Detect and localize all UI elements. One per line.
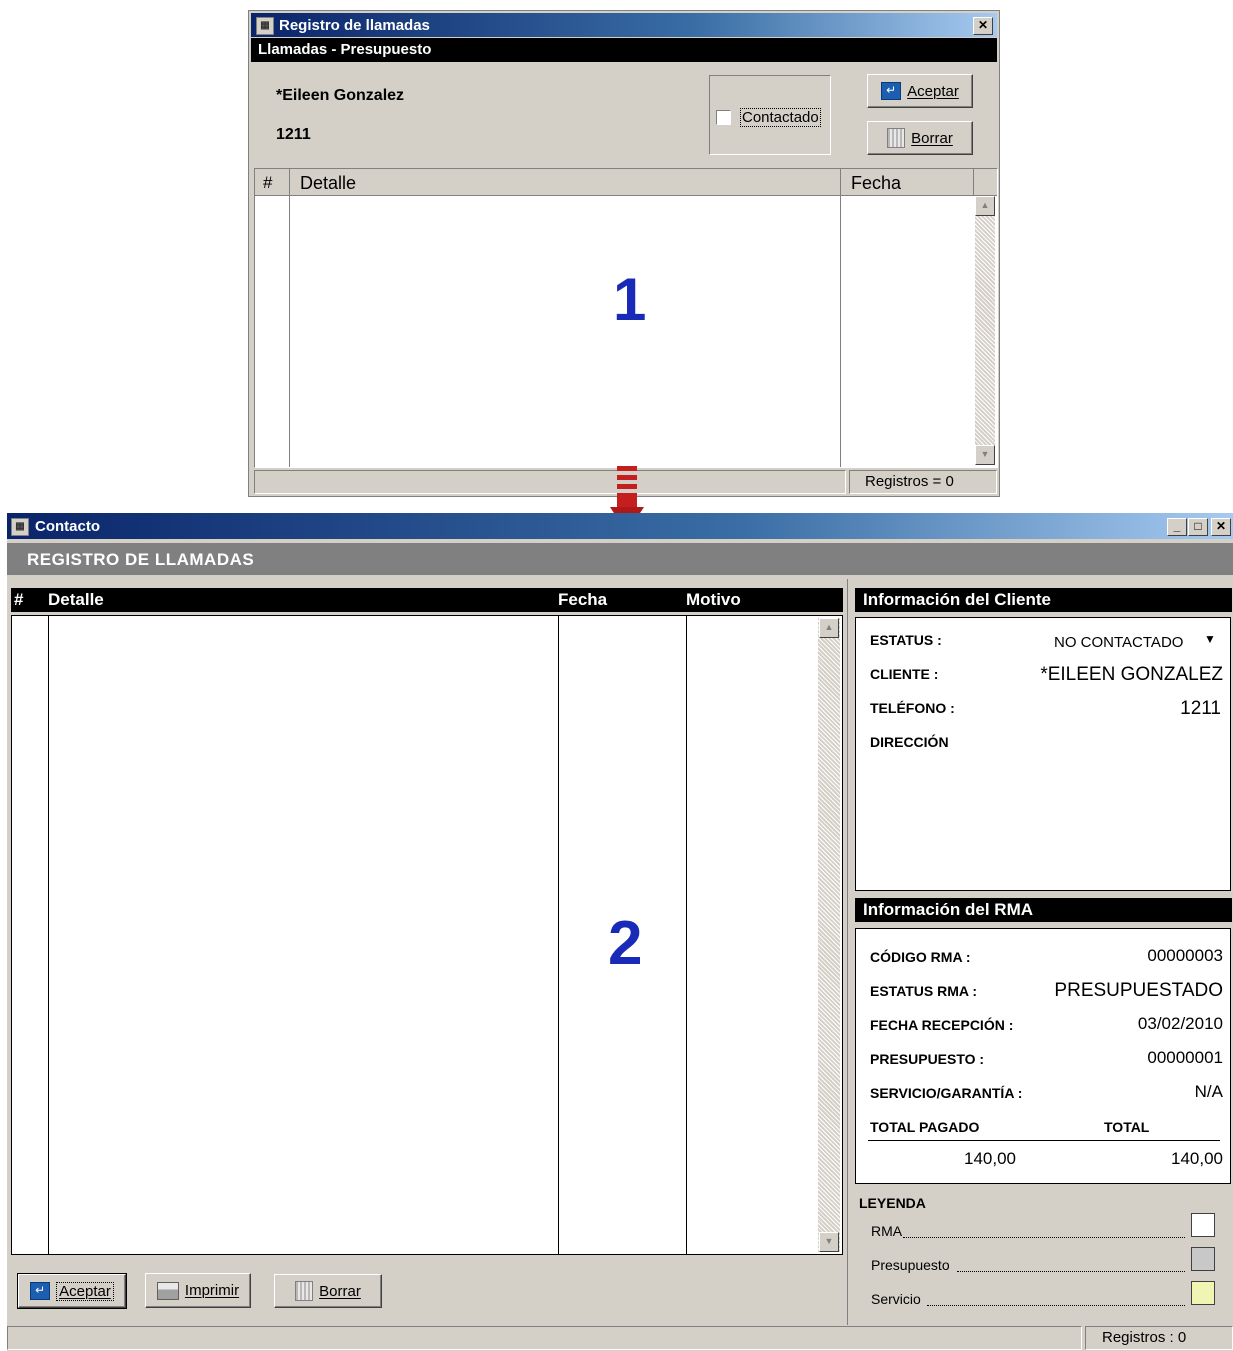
total-paid-label: TOTAL PAGADO (870, 1119, 980, 1135)
section-marker-1: 1 (613, 266, 647, 333)
grid-header: # Detalle Fecha (255, 169, 997, 196)
client-phone: 1211 (276, 126, 311, 143)
reception-date-value: 03/02/2010 (1137, 1014, 1223, 1033)
legend-swatch-rma (1191, 1213, 1215, 1237)
window2-title: Contacto (35, 518, 100, 535)
scroll-down-icon[interactable]: ▼ (819, 1232, 839, 1252)
print-button[interactable]: Imprimir (145, 1273, 251, 1308)
app-icon: ▦ (11, 518, 29, 536)
col-header-num[interactable]: # (263, 173, 272, 193)
total-label: TOTAL (1104, 1119, 1150, 1135)
dialog1-title: Registro de llamadas (279, 17, 430, 34)
window2-statusbar-left (7, 1326, 1082, 1350)
client-name: *Eileen Gonzalez (276, 87, 405, 104)
rma-info-panel: CÓDIGO RMA : 00000003 ESTATUS RMA : PRES… (855, 928, 1231, 1184)
col-divider (686, 616, 687, 1254)
total-paid-value: 140,00 (964, 1149, 1016, 1168)
contactado-label[interactable]: Contactado (740, 108, 821, 127)
dialog1-subtitle: Llamadas - Presupuesto (258, 41, 432, 58)
col-divider (840, 169, 841, 467)
dialog1-subtitle-bar: Llamadas - Presupuesto (251, 38, 997, 62)
delete-button[interactable]: Borrar (867, 121, 973, 155)
col-header-detalle[interactable]: Detalle (48, 590, 104, 610)
records-count: Registros = 0 (865, 473, 954, 490)
dialog1-statusbar-left (254, 470, 846, 494)
section-header: REGISTRO DE LLAMADAS (7, 543, 1233, 575)
app-icon: ▦ (256, 17, 274, 35)
panel-divider (847, 579, 848, 1325)
legend-item-rma: RMA (871, 1213, 1217, 1241)
legend-item-presupuesto: Presupuesto (871, 1247, 1217, 1275)
phone-label: TELÉFONO : (870, 700, 955, 716)
legend-swatch-presupuesto (1191, 1247, 1215, 1271)
phone-value: 1211 (1180, 698, 1221, 719)
col-header-fecha[interactable]: Fecha (558, 590, 607, 610)
rma-code-value: 00000003 (1147, 946, 1223, 965)
reception-date-label: FECHA RECEPCIÓN : (870, 1017, 1014, 1033)
status-dropdown[interactable]: NO CONTACTADO (1054, 634, 1183, 651)
client-info-panel: ESTATUS : NO CONTACTADO ▼ CLIENTE : *EIL… (855, 617, 1231, 891)
maximize-icon[interactable]: □ (1188, 518, 1208, 536)
vertical-scrollbar[interactable]: ▲ ▼ (818, 618, 840, 1252)
dialog1-grid: # Detalle Fecha ▲ ▼ 1 (254, 168, 998, 468)
close-icon[interactable]: ✕ (973, 17, 993, 35)
budget-label: PRESUPUESTO : (870, 1051, 985, 1067)
legend-item-servicio: Servicio (871, 1281, 1217, 1309)
col-header-motivo[interactable]: Motivo (686, 590, 741, 610)
status-label: ESTATUS : (870, 632, 942, 648)
printer-icon (156, 1281, 179, 1300)
calls-grid: ▲ ▼ 2 (11, 615, 843, 1255)
window2-statusbar-right: Registros : 0 (1085, 1326, 1233, 1350)
delete-button[interactable]: Borrar (274, 1274, 382, 1308)
client-info-header: Información del Cliente (855, 588, 1232, 612)
contacto-window: ▦ Contacto _ □ ✕ REGISTRO DE LLAMADAS # … (7, 513, 1233, 1351)
dialog1-statusbar-right: Registros = 0 (849, 470, 997, 494)
totals-divider (868, 1140, 1220, 1141)
records-count: Registros : 0 (1102, 1329, 1187, 1346)
client-value: *EILEEN GONZALEZ (1040, 664, 1223, 685)
col-header-num[interactable]: # (14, 590, 23, 610)
trash-icon (295, 1281, 314, 1301)
rma-info-header: Información del RMA (855, 898, 1232, 922)
rma-status-label: ESTATUS RMA : (870, 983, 978, 999)
chevron-down-icon[interactable]: ▼ (1204, 632, 1216, 646)
accept-button[interactable]: ↵ Aceptar (867, 74, 973, 108)
scroll-down-icon[interactable]: ▼ (975, 445, 995, 465)
col-divider (558, 616, 559, 1254)
grid-header: # Detalle Fecha Motivo (11, 588, 843, 612)
client-label: CLIENTE : (870, 666, 939, 682)
minimize-icon[interactable]: _ (1167, 518, 1187, 536)
window2-titlebar[interactable]: ▦ Contacto _ □ ✕ (7, 513, 1233, 539)
legend-heading: LEYENDA (859, 1195, 926, 1211)
budget-value: 00000001 (1147, 1048, 1223, 1067)
legend-swatch-servicio (1191, 1281, 1215, 1305)
enter-icon: ↵ (30, 1282, 51, 1300)
contactado-group: Contactado (709, 75, 831, 155)
service-value: N/A (1194, 1082, 1223, 1101)
enter-icon: ↵ (881, 82, 902, 100)
service-label: SERVICIO/GARANTÍA : (870, 1085, 1023, 1101)
scroll-up-icon[interactable]: ▲ (975, 196, 995, 216)
close-icon[interactable]: ✕ (1211, 518, 1231, 536)
col-divider (289, 169, 290, 467)
address-label: DIRECCIÓN (870, 734, 949, 750)
dialog1-titlebar[interactable]: ▦ Registro de llamadas ✕ (251, 13, 997, 37)
trash-icon (887, 128, 906, 148)
col-header-fecha[interactable]: Fecha (851, 173, 901, 194)
rma-code-label: CÓDIGO RMA : (870, 949, 971, 965)
col-divider (973, 169, 974, 195)
total-value: 140,00 (1171, 1149, 1223, 1168)
col-header-detalle[interactable]: Detalle (300, 173, 356, 194)
scroll-up-icon[interactable]: ▲ (819, 618, 839, 638)
contactado-checkbox[interactable] (716, 110, 731, 125)
accept-button[interactable]: ↵ Aceptar (17, 1273, 127, 1309)
dialog-registro-llamadas: ▦ Registro de llamadas ✕ Llamadas - Pres… (248, 10, 1000, 497)
section-marker-2: 2 (608, 909, 643, 978)
section-header-title: REGISTRO DE LLAMADAS (27, 550, 255, 569)
vertical-scrollbar[interactable]: ▲ ▼ (975, 196, 995, 465)
rma-status-value: PRESUPUESTADO (1054, 980, 1223, 1001)
col-divider (48, 616, 49, 1254)
